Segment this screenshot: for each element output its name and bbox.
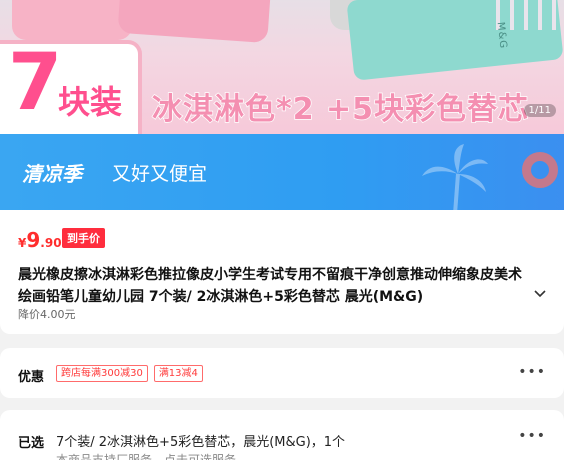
pack-count-number: 7: [8, 38, 63, 128]
price-drop-note: 降价4.00元: [18, 308, 76, 321]
chevron-down-icon[interactable]: [534, 286, 546, 302]
coupon-list: 跨店每满300减30 满13减4: [56, 365, 203, 382]
offers-row[interactable]: 优惠 跨店每满300减30 满13减4 •••: [0, 348, 564, 398]
swim-ring-icon: [522, 152, 558, 188]
coupon-badge[interactable]: 满13减4: [153, 365, 203, 382]
palm-tree-icon: [422, 144, 488, 210]
selected-label: 已选: [18, 436, 45, 451]
selected-spec-text: 7个装/ 2冰淇淋色+5彩色替芯，晨光(M&G)，1个: [56, 435, 346, 450]
price-tag-badge: 到手价: [62, 228, 105, 248]
selected-spec-row[interactable]: 已选 7个装/ 2冰淇淋色+5彩色替芯，晨光(M&G)，1个 本商品支持厂服务，…: [0, 410, 564, 460]
image-page-indicator: 1/11: [523, 104, 556, 117]
offers-label: 优惠: [18, 370, 45, 385]
product-title[interactable]: 晨光橡皮擦冰淇淋彩色推拉像皮小学生考试专用不留痕干净创意推动伸缩象皮美术绘画铅笔…: [18, 264, 528, 308]
pink-eraser-image: [117, 0, 273, 44]
price-integer: 9: [26, 228, 41, 252]
pink-eraser-image: [12, 0, 132, 40]
price-decimal: .90: [40, 236, 62, 250]
pack-count-unit: 块装: [58, 83, 123, 121]
service-note: 本商品支持厂服务，点击可选服务: [56, 453, 237, 460]
more-options-icon[interactable]: •••: [518, 364, 546, 380]
promo-name: 清凉季: [22, 162, 82, 186]
banner-slogan: 冰淇淋色*2 +5块彩色替芯: [151, 91, 530, 128]
coupon-badge[interactable]: 跨店每满300减30: [56, 365, 148, 382]
promo-banner[interactable]: 清凉季 又好又便宜: [0, 134, 564, 210]
price: ¥ 9 .90: [18, 228, 62, 252]
promo-tagline: 又好又便宜: [112, 163, 208, 185]
more-options-icon[interactable]: •••: [518, 428, 546, 444]
price-currency: ¥: [18, 236, 27, 250]
product-image-banner[interactable]: M&G 7 块装 冰淇淋色*2 +5块彩色替芯 1/11: [0, 0, 564, 134]
product-info-card: ¥ 9 .90 到手价 晨光橡皮擦冰淇淋彩色推拉像皮小学生考试专用不留痕干净创意…: [0, 210, 564, 334]
